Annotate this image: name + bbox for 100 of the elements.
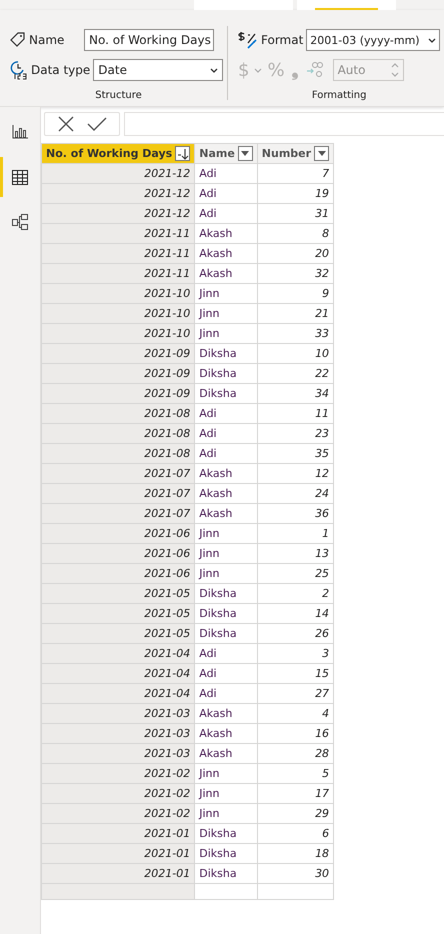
date-cell: 2021-04 [42,644,195,664]
currency-percent-icon [238,31,258,49]
table-cell: Jinn [194,804,258,824]
table-cell: Akash [194,484,258,504]
table-cell: Diksha [194,624,258,644]
column-header[interactable]: No. of Working Days [42,144,195,164]
date-cell: 2021-07 [42,484,195,504]
clock-number-icon [10,60,28,80]
date-cell: 2021-12 [42,184,195,204]
date-cell: 2021-10 [42,284,195,304]
number-cell: 18 [257,844,334,864]
column-header[interactable]: Number [257,144,334,164]
date-cell: 2021-12 [42,204,195,224]
number-cell: 5 [257,764,334,784]
date-cell: 2021-08 [42,404,195,424]
sort-icon[interactable] [175,146,190,161]
group-label: Structure [94,90,143,101]
data-type-dropdown[interactable]: Date [93,59,224,81]
table-cell: Jinn [194,764,258,784]
table-cell: Diksha [194,364,258,384]
date-cell: 2021-03 [42,724,195,744]
chevron-icon [210,68,218,72]
number-cell: 33 [257,324,334,344]
table-cell: Jinn [194,784,258,804]
number-cell: 21 [257,304,334,324]
date-cell: 2021-08 [42,444,195,464]
table-cell: Jinn [194,564,258,584]
date-cell: 2021-09 [42,344,195,364]
date-cell: 2021-11 [42,264,195,284]
number-cell: 12 [257,464,334,484]
date-cell: 2021-05 [42,584,195,604]
number-cell: 3 [257,644,334,664]
number-cell: 2 [257,584,334,604]
number-cell: 35 [257,444,334,464]
table-cell: Adi [194,684,258,704]
number-cell: 15 [257,664,334,684]
date-cell: 2021-09 [42,364,195,384]
number-cell: 24 [257,484,334,504]
format-label: Format [261,33,304,47]
table-cell: Jinn [194,524,258,544]
table-cell: Adi [194,164,258,184]
date-cell: 2021-01 [42,864,195,884]
date-cell: 2021-03 [42,704,195,724]
table-cell: Diksha [194,844,258,864]
date-cell: 2021-10 [42,304,195,324]
formula-field[interactable] [124,112,444,136]
name-field[interactable]: No. of Working Days [84,29,214,51]
date-cell: 2021-02 [42,784,195,804]
date-cell: 2021-07 [42,464,195,484]
data-type-label: Data type [31,63,90,77]
table-cell: Diksha [194,864,258,884]
date-cell: 2021-09 [42,384,195,404]
checkmark-icon[interactable] [87,116,107,132]
date-cell: 2021-11 [42,224,195,244]
date-cell: 2021-12 [42,164,195,184]
number-cell: 20 [257,244,334,264]
table-cell: Akash [194,264,258,284]
table-cell: Jinn [194,544,258,564]
number-cell: 9 [257,284,334,304]
table-cell: Diksha [194,384,258,404]
number-cell: 16 [257,724,334,744]
date-cell: 2021-06 [42,544,195,564]
number-cell: 14 [257,604,334,624]
date-cell: 2021-02 [42,804,195,824]
filter-icon[interactable] [314,146,330,161]
name-label: Name [29,33,66,47]
table-cell: Jinn [194,284,258,304]
date-cell: 2021-03 [42,744,195,764]
close-icon[interactable] [57,115,75,133]
number-cell: 28 [257,744,334,764]
table-cell: Akash [194,464,258,484]
number-cell: 4 [257,704,334,724]
table-cell: Adi [194,404,258,424]
date-cell: 2021-11 [42,244,195,264]
table-cell: Adi [194,644,258,664]
table-cell: Adi [194,424,258,444]
number-cell: 30 [257,864,334,884]
table-cell: Diksha [194,824,258,844]
group-label: Formatting [310,90,368,101]
table-cell: Adi [194,664,258,684]
number-cell: 1 [257,524,334,544]
date-cell: 2021-07 [42,504,195,524]
date-cell: 2021-10 [42,324,195,344]
number-cell: 27 [257,684,334,704]
filter-icon[interactable] [238,146,253,161]
date-cell: 2021-08 [42,424,195,444]
number-cell: 23 [257,424,334,444]
number-cell: 8 [257,224,334,244]
column-header[interactable]: Name [194,144,258,164]
date-cell: 2021-04 [42,684,195,704]
number-cell: 31 [257,204,334,224]
table-cell: Akash [194,244,258,264]
number-cell: 34 [257,384,334,404]
date-cell: 2021-06 [42,524,195,544]
table-cell: Akash [194,704,258,724]
format-dropdown[interactable]: 2001-03 (yyyy-mm) [306,29,440,51]
number-cell: 13 [257,544,334,564]
number-cell: 22 [257,364,334,384]
chevron-icon [428,38,436,42]
number-cell: 6 [257,824,334,844]
